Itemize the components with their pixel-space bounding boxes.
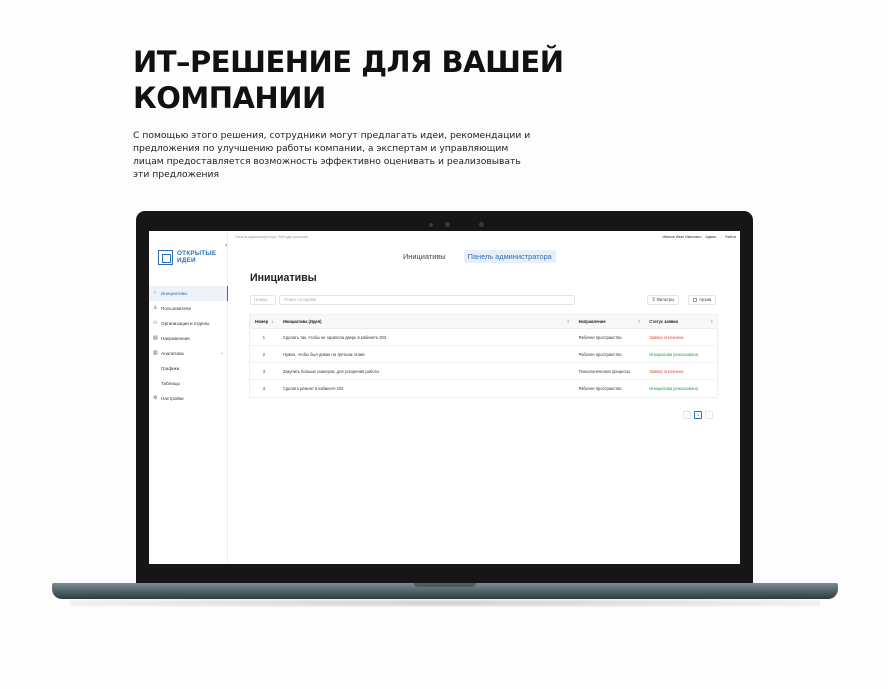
filter-icon[interactable]: ⊽ xyxy=(638,315,641,328)
sidebar-item-label: Организации и отделы xyxy=(161,321,210,326)
laptop-shadow xyxy=(70,599,820,607)
number-input[interactable]: Номер xyxy=(250,295,276,305)
sidebar-item[interactable]: ▥ Аналитика ^ xyxy=(149,346,228,361)
table-row[interactable]: 2 Нужно, чтобы был диван на третьем этаже… xyxy=(250,346,717,363)
table-row[interactable]: 1 Сделать так, чтобы не скрипела дверь в … xyxy=(250,329,717,346)
org-icon: ⚇ xyxy=(153,320,158,326)
collapse-sidebar-icon[interactable]: ‹ xyxy=(225,243,227,249)
pagination: ‹ 1 › xyxy=(683,411,713,419)
prev-page-button[interactable]: ‹ xyxy=(683,411,691,419)
logo-line1: ОТКРЫТЫЕ xyxy=(177,250,217,257)
initiatives-table: Номер ⇕ Инициатива (Идея) ⊽ Направление … xyxy=(249,314,718,398)
logout-link[interactable]: Выйти xyxy=(725,235,736,239)
sidebar: ОТКРЫТЫЕ ИДЕИ ‹ ♀ Инициативы ♙ Пользователи… xyxy=(149,231,228,564)
sidebar-item-label: Пользователи xyxy=(161,306,191,311)
tab-initiatives[interactable]: Инициативы xyxy=(399,250,450,263)
cell-status: Инициатива реализована xyxy=(649,352,698,357)
column-label: Направление xyxy=(578,319,606,324)
gear-icon: ⚙ xyxy=(153,395,158,401)
hero-title: ИТ–РЕШЕНИЕ ДЛЯ ВАШЕЙ КОМПАНИИ xyxy=(133,45,564,115)
archive-toggle[interactable]: Архив xyxy=(688,295,717,305)
filter-icon[interactable]: ⊽ xyxy=(710,315,713,328)
chevron-up-icon[interactable]: ^ xyxy=(221,346,223,361)
lightbulb-icon: ♀ xyxy=(153,290,157,296)
sidebar-item[interactable]: Графики xyxy=(149,361,228,376)
sidebar-nav: ♀ Инициативы ♙ Пользователи ⚇ Организации и о… xyxy=(149,286,228,406)
cell-direction: Рабочее пространство xyxy=(578,335,622,340)
chart-icon: ▥ xyxy=(153,350,158,356)
cell-direction: Технологические процессы xyxy=(578,369,631,374)
hero-description: С помощью этого решения, сотрудники могу… xyxy=(133,130,531,180)
sidebar-item[interactable]: ⚙ Настройки xyxy=(149,391,228,406)
filters-button[interactable]: ⊽ Фильтры xyxy=(647,295,680,305)
top-tabs: Инициативы Панель администратора xyxy=(399,250,556,263)
cell-number: 3 xyxy=(262,369,266,374)
user-separator: | xyxy=(720,235,722,239)
filter-icon: ⊽ xyxy=(652,297,656,302)
sidebar-item-label: Направления xyxy=(161,336,190,341)
sidebar-item[interactable]: Таблицы xyxy=(149,376,228,391)
folder-icon: ▤ xyxy=(153,335,158,341)
sidebar-item-label: Настройки xyxy=(161,396,184,401)
table-row[interactable]: 4 Сделать ремонт в кабинете 102 Рабочее пр… xyxy=(250,380,717,397)
table-header: Номер ⇕ Инициатива (Идея) ⊽ Направление … xyxy=(250,315,717,329)
column-header-direction[interactable]: Направление ⊽ xyxy=(574,315,645,328)
user-name[interactable]: Иванов Иван Иванович xyxy=(662,235,701,239)
sidebar-item-label: Инициативы xyxy=(161,291,188,296)
column-label: Статус заявки xyxy=(649,319,678,324)
laptop-sensor xyxy=(429,223,433,227)
cell-status: Заявка отклонена xyxy=(649,335,684,340)
logo-text: ОТКРЫТЫЕ ИДЕИ xyxy=(177,250,216,264)
laptop-screen: ОТКРЫТЫЕ ИДЕИ ‹ ♀ Инициативы ♙ Пользователи… xyxy=(149,231,740,564)
table-body: 1 Сделать так, чтобы не скрипела дверь в … xyxy=(250,329,717,397)
sidebar-item-label: Графики xyxy=(161,366,180,371)
laptop-camera xyxy=(445,222,450,227)
cell-status: Заявка отклонена xyxy=(649,369,684,374)
cell-number: 1 xyxy=(262,335,266,340)
column-label: Номер xyxy=(255,319,269,324)
sidebar-item[interactable]: ⚇ Организации и отделы xyxy=(149,316,228,331)
cell-status: Инициатива реализована xyxy=(649,386,698,391)
table-row[interactable]: 3 Закупить больше сканеров, для ускорения… xyxy=(250,363,717,380)
archive-label: Архив xyxy=(699,297,712,302)
laptop-sensor xyxy=(479,222,484,227)
user-role: Админ xyxy=(705,235,717,239)
cell-idea: Нужно, чтобы был диван на третьем этаже xyxy=(282,352,365,357)
logo[interactable]: ОТКРЫТЫЕ ИДЕИ xyxy=(158,250,218,268)
cell-idea: Закупить больше сканеров, для ускорения … xyxy=(282,369,380,374)
tab-admin-panel[interactable]: Панель администратора xyxy=(463,250,556,263)
sort-icon[interactable]: ⇕ xyxy=(271,315,274,328)
cell-direction: Рабочее пространство xyxy=(578,352,622,357)
search-input[interactable]: Поиск по идеям xyxy=(279,295,575,305)
page-title: Инициативы xyxy=(250,272,317,284)
sidebar-item[interactable]: ♀ Инициативы xyxy=(149,286,228,301)
sidebar-item[interactable]: ♙ Пользователи xyxy=(149,301,228,316)
cell-direction: Рабочее пространство xyxy=(578,386,622,391)
column-header-idea[interactable]: Инициатива (Идея) ⊽ xyxy=(278,315,574,328)
page: ИТ–РЕШЕНИЕ ДЛЯ ВАШЕЙ КОМПАНИИ С помощью … xyxy=(0,0,888,689)
logo-icon xyxy=(158,250,173,265)
logo-line2: ИДЕИ xyxy=(177,257,196,264)
breadcrumb: Панель администратора / Методы решения xyxy=(235,235,308,239)
cell-idea: Сделать так, чтобы не скрипела дверь в к… xyxy=(282,335,387,340)
cell-idea: Сделать ремонт в кабинете 102 xyxy=(282,386,344,391)
sidebar-item-label: Аналитика xyxy=(161,351,184,356)
column-header-status[interactable]: Статус заявки ⊽ xyxy=(644,315,717,328)
user-menu: Иванов Иван Иванович Админ | Выйти xyxy=(659,235,736,239)
column-header-number[interactable]: Номер ⇕ xyxy=(250,315,278,328)
user-icon: ♙ xyxy=(153,305,158,311)
archive-checkbox[interactable] xyxy=(693,297,697,302)
filters-button-label: Фильтры xyxy=(656,297,675,302)
cell-number: 2 xyxy=(262,352,266,357)
laptop-lid-notch xyxy=(414,583,476,587)
filter-icon[interactable]: ⊽ xyxy=(567,315,570,328)
cell-number: 4 xyxy=(262,386,266,391)
sidebar-item[interactable]: ▤ Направления xyxy=(149,331,228,346)
column-label: Инициатива (Идея) xyxy=(282,319,322,324)
page-button-current[interactable]: 1 xyxy=(694,411,702,419)
next-page-button[interactable]: › xyxy=(705,411,713,419)
sidebar-item-label: Таблицы xyxy=(161,381,180,386)
